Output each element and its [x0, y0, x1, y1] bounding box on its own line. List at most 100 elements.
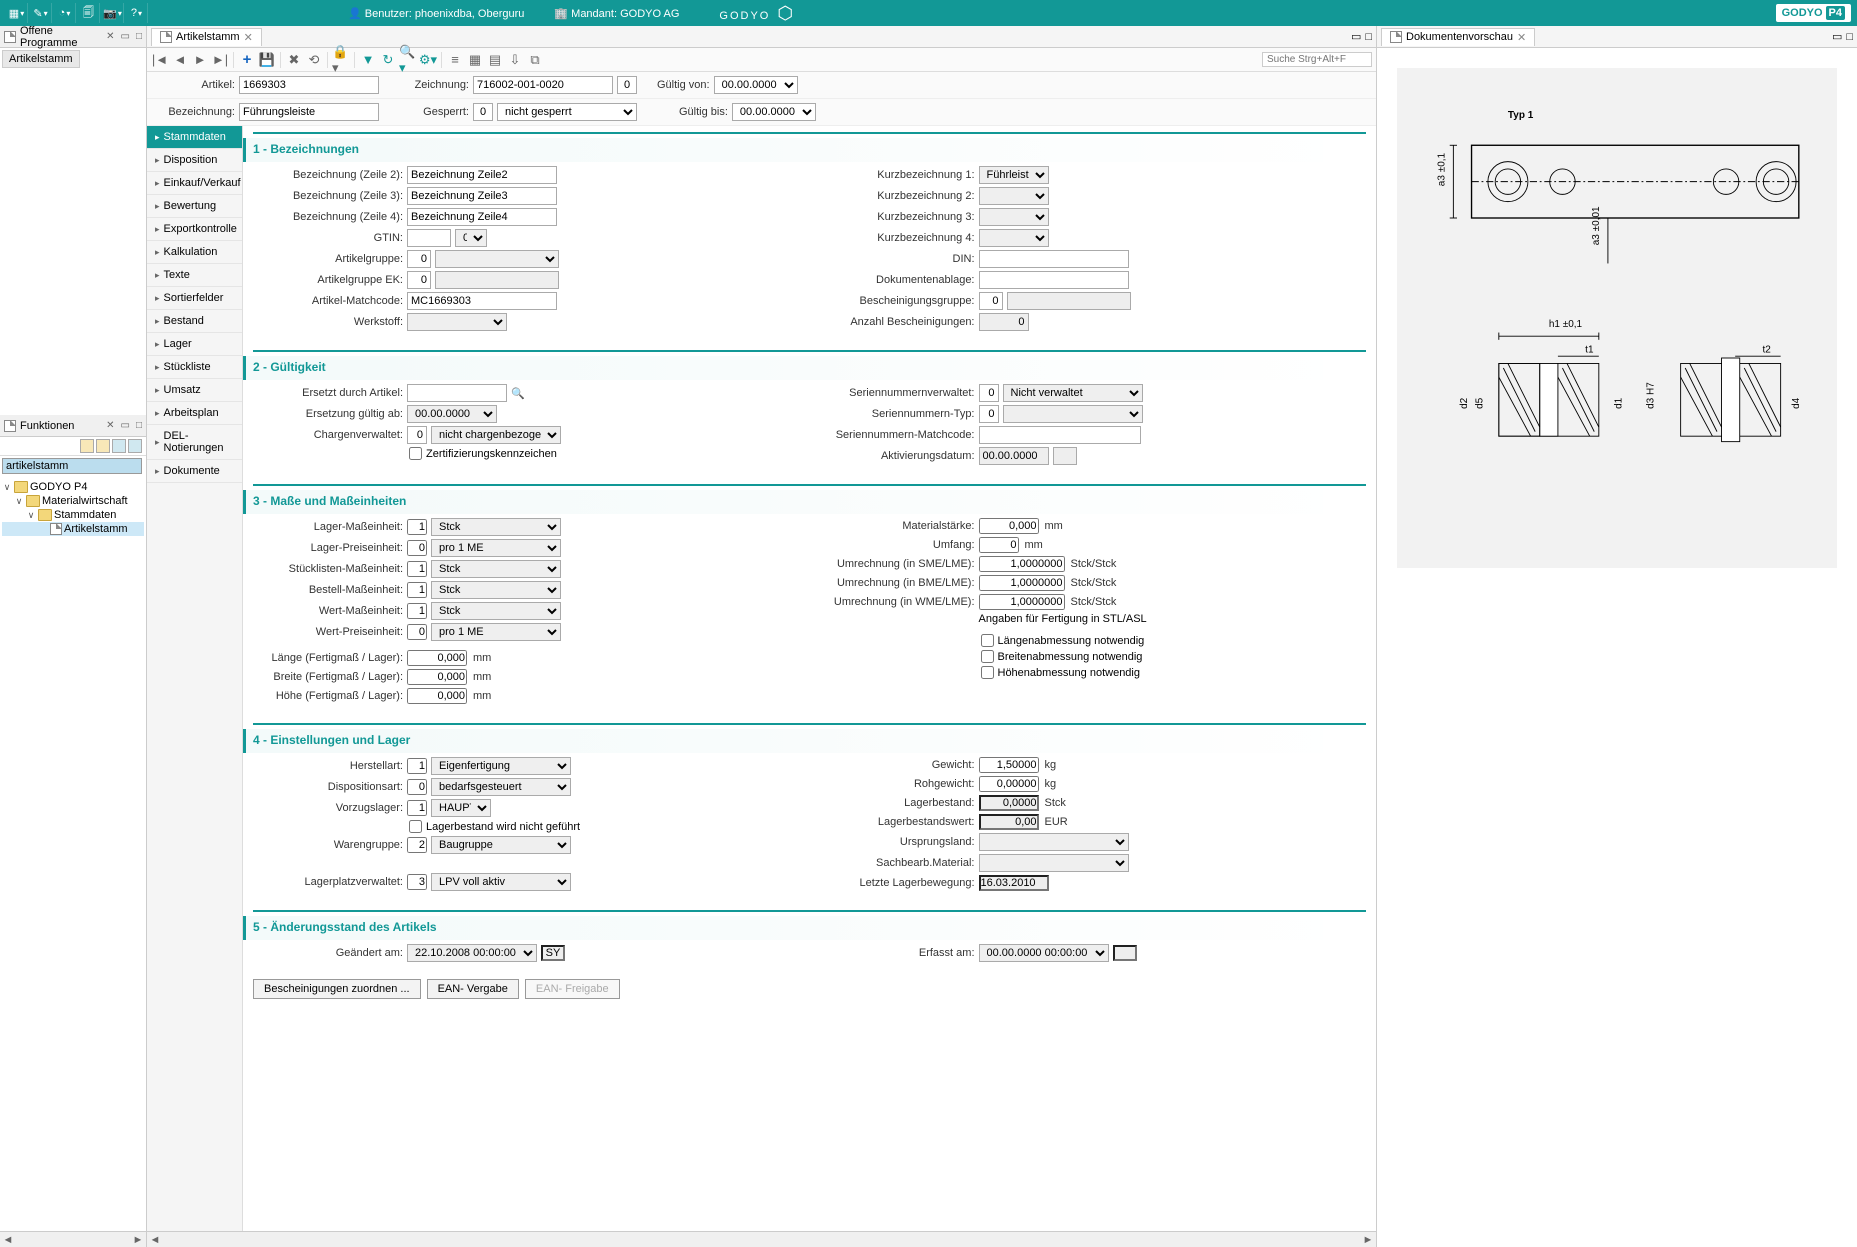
minimize-icon[interactable]: ▭ — [121, 31, 130, 42]
len-input[interactable] — [407, 650, 467, 666]
bz4-input[interactable] — [407, 208, 557, 226]
search-input[interactable] — [1262, 52, 1372, 67]
sidemenu-texte[interactable]: ▸Texte — [147, 264, 242, 287]
agrp-select[interactable] — [435, 250, 559, 268]
bz2-input[interactable] — [407, 166, 557, 184]
gueltig-von-select[interactable]: 00.00.0000 — [714, 76, 798, 94]
snt-n[interactable] — [979, 405, 999, 423]
zeichnung-n[interactable] — [617, 76, 637, 94]
rgew-input[interactable] — [979, 776, 1039, 792]
brt-input[interactable] — [407, 669, 467, 685]
hart-n[interactable] — [407, 758, 427, 774]
hoh-input[interactable] — [407, 688, 467, 704]
first-icon[interactable]: |◄ — [151, 51, 169, 69]
func-icon[interactable] — [80, 439, 94, 453]
dokabl-input[interactable] — [979, 271, 1129, 289]
maximize-icon[interactable]: □ — [1846, 31, 1853, 43]
close-icon[interactable]: ✕ — [1517, 31, 1526, 44]
lpe-n[interactable] — [407, 540, 427, 556]
sidemenu-stueckliste[interactable]: ▸Stückliste — [147, 356, 242, 379]
zeichnung-input[interactable] — [473, 76, 613, 94]
gew-input[interactable] — [979, 757, 1039, 773]
gtin-input[interactable] — [407, 229, 451, 247]
sidemenu-umsatz[interactable]: ▸Umsatz — [147, 379, 242, 402]
tree-node[interactable]: ∨Stammdaten — [2, 508, 144, 522]
lpv-n[interactable] — [407, 874, 427, 890]
wpe-select[interactable]: pro 1 ME — [431, 623, 561, 641]
sidemenu-einkauf[interactable]: ▸Einkauf/Verkauf — [147, 172, 242, 195]
usme-input[interactable] — [979, 556, 1065, 572]
agrpek-n[interactable] — [407, 271, 431, 289]
match-input[interactable] — [407, 292, 557, 310]
erf-select[interactable]: 00.00.0000 00:00:00 — [979, 944, 1109, 962]
bezeichnung-input[interactable] — [239, 103, 379, 121]
minimize-icon[interactable]: ▭ — [1351, 30, 1361, 43]
vlag-select[interactable]: HAUPTL — [431, 799, 491, 817]
sme-select[interactable]: Stck — [431, 560, 561, 578]
sbm-select[interactable] — [979, 854, 1129, 872]
uwme-input[interactable] — [979, 594, 1065, 610]
lpv-select[interactable]: LPV voll aktiv — [431, 873, 571, 891]
beschein-button[interactable]: Bescheinigungen zuordnen ... — [253, 979, 421, 999]
func-icon[interactable] — [96, 439, 110, 453]
chargen-select[interactable]: nicht chargenbezogen — [431, 426, 561, 444]
maximize-icon[interactable]: □ — [136, 420, 142, 431]
ersetzt-input[interactable] — [407, 384, 507, 402]
tree-search-input[interactable] — [2, 458, 142, 474]
edit-icon[interactable]: ✎▾ — [30, 3, 52, 23]
refresh-icon[interactable]: ↻ — [379, 51, 397, 69]
snv-select[interactable]: Nicht verwaltet — [1003, 384, 1143, 402]
help-icon[interactable]: ?▾ — [126, 3, 148, 23]
minimize-icon[interactable]: ▭ — [121, 420, 130, 431]
lpe-select[interactable]: pro 1 ME — [431, 539, 561, 557]
export-icon[interactable]: ⇩ — [506, 51, 524, 69]
snv-n[interactable] — [979, 384, 999, 402]
wgrp-select[interactable]: Baugruppe — [431, 836, 571, 854]
beschgrp-n[interactable] — [979, 292, 1003, 310]
grid-icon[interactable]: ▦ — [466, 51, 484, 69]
camera-icon[interactable]: 📷▾ — [102, 3, 124, 23]
kb2-select[interactable] — [979, 187, 1049, 205]
sidemenu-bestand[interactable]: ▸Bestand — [147, 310, 242, 333]
ubme-input[interactable] — [979, 575, 1065, 591]
cb-hoehe[interactable] — [981, 666, 994, 679]
wgrp-n[interactable] — [407, 837, 427, 853]
uland-select[interactable] — [979, 833, 1129, 851]
sidemenu-stammdaten[interactable]: ▸Stammdaten — [147, 126, 242, 149]
add-icon[interactable]: + — [238, 51, 256, 69]
doc-search-icon[interactable]: 🗐 — [78, 3, 100, 23]
cb-breite[interactable] — [981, 650, 994, 663]
ersetzab-select[interactable]: 00.00.0000 — [407, 405, 497, 423]
center-tab[interactable]: Artikelstamm ✕ — [151, 28, 262, 46]
wme-select[interactable]: Stck — [431, 602, 561, 620]
sidemenu-bewertung[interactable]: ▸Bewertung — [147, 195, 242, 218]
minimize-icon[interactable]: ▭ — [1832, 30, 1842, 43]
sme-n[interactable] — [407, 561, 427, 577]
layout-icon[interactable]: ▦▾ — [6, 3, 28, 23]
sidemenu-arbeitsplan[interactable]: ▸Arbeitsplan — [147, 402, 242, 425]
center-scrollbar[interactable]: ◄► — [147, 1231, 1376, 1247]
gesperrt-select[interactable]: nicht gesperrt — [497, 103, 637, 121]
gueltig-bis-select[interactable]: 00.00.0000 — [732, 103, 816, 121]
wme-n[interactable] — [407, 603, 427, 619]
window-icon[interactable]: ⧉ — [526, 51, 544, 69]
undo-icon[interactable]: ⟲ — [305, 51, 323, 69]
gea-select[interactable]: 22.10.2008 00:00:00 — [407, 944, 537, 962]
chargen-n[interactable] — [407, 426, 427, 444]
close-icon[interactable]: ✕ — [244, 31, 253, 44]
lme-select[interactable]: Stck — [431, 518, 561, 536]
gesperrt-n[interactable] — [473, 103, 493, 121]
gtin-select[interactable]: 0 — [455, 229, 487, 247]
search-icon[interactable]: 🔍▾ — [399, 51, 417, 69]
sidemenu-lager[interactable]: ▸Lager — [147, 333, 242, 356]
agrp-n[interactable] — [407, 250, 431, 268]
kb4-select[interactable] — [979, 229, 1049, 247]
sidemenu-kalkulation[interactable]: ▸Kalkulation — [147, 241, 242, 264]
func-icon[interactable] — [112, 439, 126, 453]
delete-icon[interactable]: ✖ — [285, 51, 303, 69]
mst-input[interactable] — [979, 518, 1039, 534]
filter-icon[interactable]: ▼ — [359, 51, 377, 69]
sidemenu-dokumente[interactable]: ▸Dokumente — [147, 460, 242, 483]
bme-select[interactable]: Stck — [431, 581, 561, 599]
zert-checkbox[interactable] — [409, 447, 422, 460]
